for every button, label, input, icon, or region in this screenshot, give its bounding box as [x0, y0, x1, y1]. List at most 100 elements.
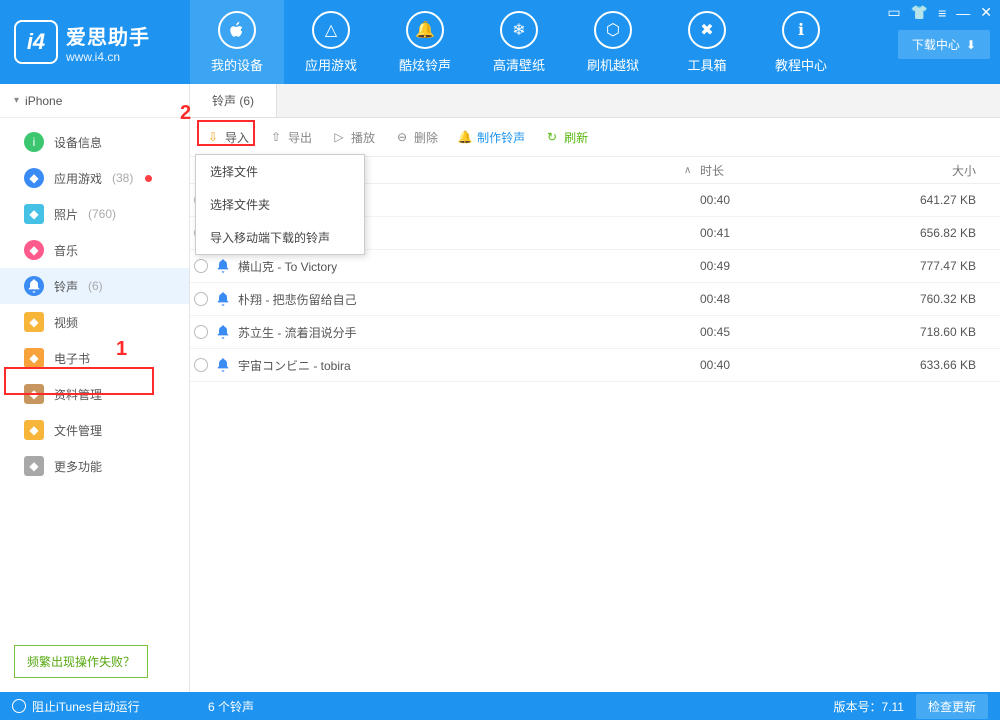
sidebar-item-count: (760) — [88, 207, 116, 221]
row-size: 641.27 KB — [900, 193, 1000, 207]
export-button[interactable]: ⇧ 导出 — [269, 129, 312, 146]
sidebar-item-label: 照片 — [54, 206, 78, 223]
play-button[interactable]: ▷ 播放 — [332, 129, 375, 146]
video-icon: ◆ — [24, 312, 44, 332]
nav-4[interactable]: ⬡ 刷机越狱 — [566, 0, 660, 84]
bell-plus-icon: 🔔 — [458, 130, 472, 144]
close-icon[interactable]: ✕ — [980, 4, 992, 21]
row-radio[interactable] — [194, 259, 208, 273]
sidebar-item-video[interactable]: ◆ 视频 — [0, 304, 189, 340]
dropdown-select-file[interactable]: 选择文件 — [196, 155, 364, 188]
row-radio[interactable] — [194, 358, 208, 372]
make-label: 制作铃声 — [477, 129, 525, 146]
make-ringtone-button[interactable]: 🔔 制作铃声 — [458, 129, 525, 146]
bell-icon — [24, 276, 44, 296]
export-label: 导出 — [288, 129, 312, 146]
row-radio[interactable] — [194, 292, 208, 306]
faq-button[interactable]: 频繁出现操作失败？ — [14, 645, 148, 678]
nav-3[interactable]: ❄ 高清壁纸 — [472, 0, 566, 84]
sidebar-item-bell[interactable]: 铃声 (6) — [0, 268, 189, 304]
check-update-button[interactable]: 检查更新 — [916, 694, 988, 719]
play-label: 播放 — [351, 129, 375, 146]
bell-icon — [212, 354, 234, 376]
sidebar-item-data[interactable]: ◆资料管理 — [0, 376, 189, 412]
nav-label: 我的设备 — [211, 55, 263, 74]
app-icon: ◆ — [24, 168, 44, 188]
app-header: i4 爱思助手 www.i4.cn 我的设备△应用游戏🔔酷炫铃声❄高清壁纸⬡刷机… — [0, 0, 1000, 84]
tab-ringtones[interactable]: 铃声 (6) — [190, 84, 277, 117]
export-icon: ⇧ — [269, 130, 283, 144]
nav-label: 教程中心 — [775, 55, 827, 74]
table-row[interactable]: 苏立生 - 流着泪说分手00:45718.60 KB — [190, 316, 1000, 349]
circle-icon — [12, 699, 26, 713]
import-button[interactable]: ⇩ 导入 — [206, 129, 249, 146]
column-size[interactable]: 大小 — [900, 162, 1000, 179]
nav-5[interactable]: ✖ 工具箱 — [660, 0, 754, 84]
sidebar: ▾ iPhone i设备信息◆应用游戏(38)◆照片(760)◆音乐铃声(6)◆… — [0, 84, 190, 692]
info-icon: i — [24, 132, 44, 152]
nav-label: 刷机越狱 — [587, 55, 639, 74]
nav-icon: △ — [312, 11, 350, 49]
row-duration: 00:48 — [700, 292, 900, 306]
sidebar-item-count: (6) — [88, 279, 103, 293]
download-center-button[interactable]: 下载中心 ⬇ — [898, 30, 990, 59]
music-icon: ◆ — [24, 240, 44, 260]
nav-label: 酷炫铃声 — [399, 55, 451, 74]
row-name: 苏立生 - 流着泪说分手 — [234, 324, 700, 341]
nav-1[interactable]: △应用游戏 — [284, 0, 378, 84]
table-row[interactable]: 朴翔 - 把悲伤留给自己00:48760.32 KB — [190, 283, 1000, 316]
refresh-label: 刷新 — [564, 129, 588, 146]
device-header[interactable]: ▾ iPhone — [0, 84, 189, 118]
itunes-block-toggle[interactable]: 阻止iTunes自动运行 — [12, 698, 140, 715]
nav-icon: ✖ — [688, 11, 726, 49]
nav-2[interactable]: 🔔酷炫铃声 — [378, 0, 472, 84]
version-info: 版本号：7.11 — [834, 698, 904, 715]
device-name: iPhone — [25, 94, 62, 108]
sidebar-item-label: 文件管理 — [54, 422, 102, 439]
bell-icon — [212, 321, 234, 343]
sidebar-item-photo[interactable]: ◆ 照片 (760) — [0, 196, 189, 232]
row-duration: 00:45 — [700, 325, 900, 339]
sidebar-item-app[interactable]: ◆应用游戏(38) — [0, 160, 189, 196]
refresh-button[interactable]: ↻ 刷新 — [545, 129, 588, 146]
nav-label: 工具箱 — [687, 55, 726, 74]
nav-icon: ❄ — [500, 11, 538, 49]
itunes-label: 阻止iTunes自动运行 — [32, 698, 140, 715]
sidebar-item-music[interactable]: ◆音乐 — [0, 232, 189, 268]
import-dropdown: 选择文件 选择文件夹 导入移动端下载的铃声 — [195, 154, 365, 255]
column-duration[interactable]: 时长 — [700, 162, 900, 179]
photo-icon: ◆ — [24, 204, 44, 224]
sidebar-item-label: 铃声 — [54, 278, 78, 295]
sidebar-item-label: 视频 — [54, 314, 78, 331]
nav-label: 高清壁纸 — [493, 55, 545, 74]
table-row[interactable]: 宇宙コンビニ - tobira00:40633.66 KB — [190, 349, 1000, 382]
sidebar-item-info[interactable]: i 设备信息 — [0, 124, 189, 160]
dropdown-import-mobile[interactable]: 导入移动端下载的铃声 — [196, 221, 364, 254]
row-size: 656.82 KB — [900, 226, 1000, 240]
feedback-icon[interactable]: ▭ — [887, 4, 900, 21]
toolbar: ⇩ 导入 ⇧ 导出 ▷ 播放 ⊖ 删除 🔔 制作铃声 ↻ 刷新 — [190, 118, 1000, 156]
dropdown-select-folder[interactable]: 选择文件夹 — [196, 188, 364, 221]
file-icon: ◆ — [24, 420, 44, 440]
nav-0[interactable]: 我的设备 — [190, 0, 284, 84]
menu-icon[interactable]: ≡ — [938, 5, 946, 21]
nav-6[interactable]: ℹ教程中心 — [754, 0, 848, 84]
chevron-down-icon: ▾ — [14, 95, 19, 106]
bell-icon — [212, 255, 234, 277]
book-icon: ◆ — [24, 348, 44, 368]
skin-icon[interactable]: 👕 — [911, 4, 928, 21]
import-label: 导入 — [225, 129, 249, 146]
sidebar-item-more[interactable]: ◆更多功能 — [0, 448, 189, 484]
row-radio[interactable] — [194, 325, 208, 339]
sidebar-item-book[interactable]: ◆ 电子书 — [0, 340, 189, 376]
sidebar-item-label: 电子书 — [54, 350, 90, 367]
row-duration: 00:40 — [700, 358, 900, 372]
nav-icon: ⬡ — [594, 11, 632, 49]
delete-button[interactable]: ⊖ 删除 — [395, 129, 438, 146]
sidebar-item-label: 设备信息 — [54, 134, 102, 151]
play-icon: ▷ — [332, 130, 346, 144]
row-size: 633.66 KB — [900, 358, 1000, 372]
sidebar-item-file[interactable]: ◆ 文件管理 — [0, 412, 189, 448]
minimize-icon[interactable]: — — [956, 5, 970, 21]
table-body: Me to Sleep（前奏）00:40641.27 KB00:41656.82… — [190, 184, 1000, 692]
